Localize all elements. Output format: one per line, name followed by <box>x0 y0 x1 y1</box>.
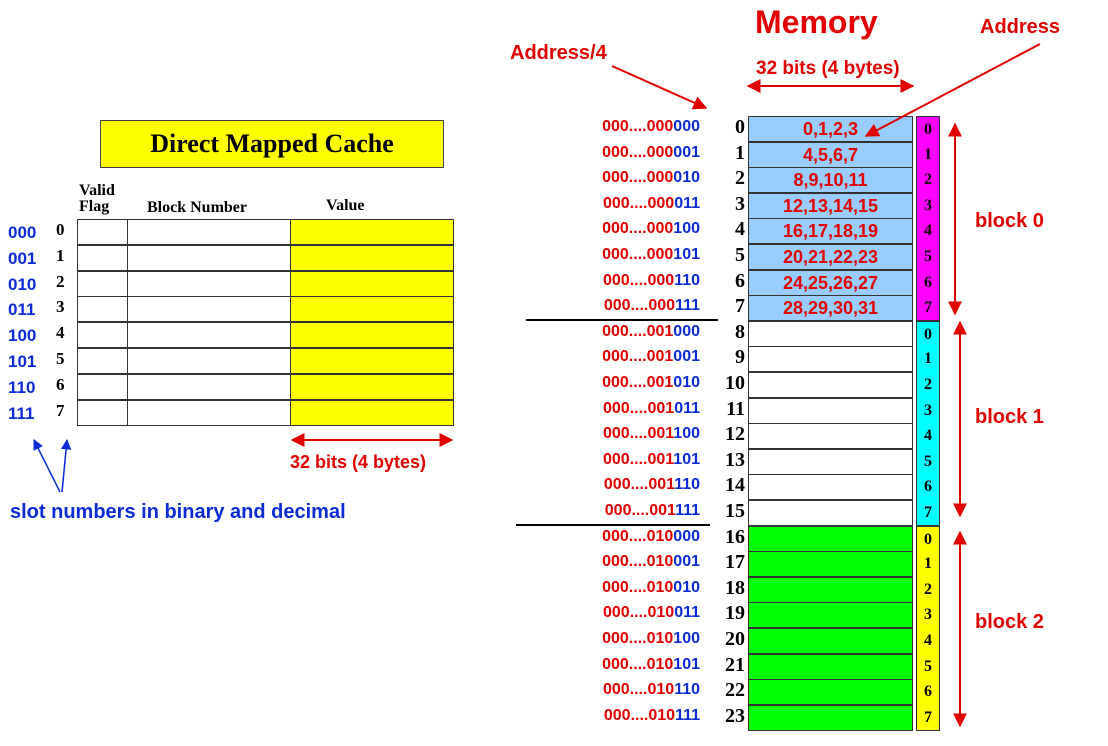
address-arrow <box>864 43 1041 137</box>
slot-bin-arrow <box>33 439 61 493</box>
arrows-overlay <box>33 43 1041 728</box>
slot-dec-arrow <box>60 438 72 493</box>
address-div4-arrow <box>611 65 708 110</box>
